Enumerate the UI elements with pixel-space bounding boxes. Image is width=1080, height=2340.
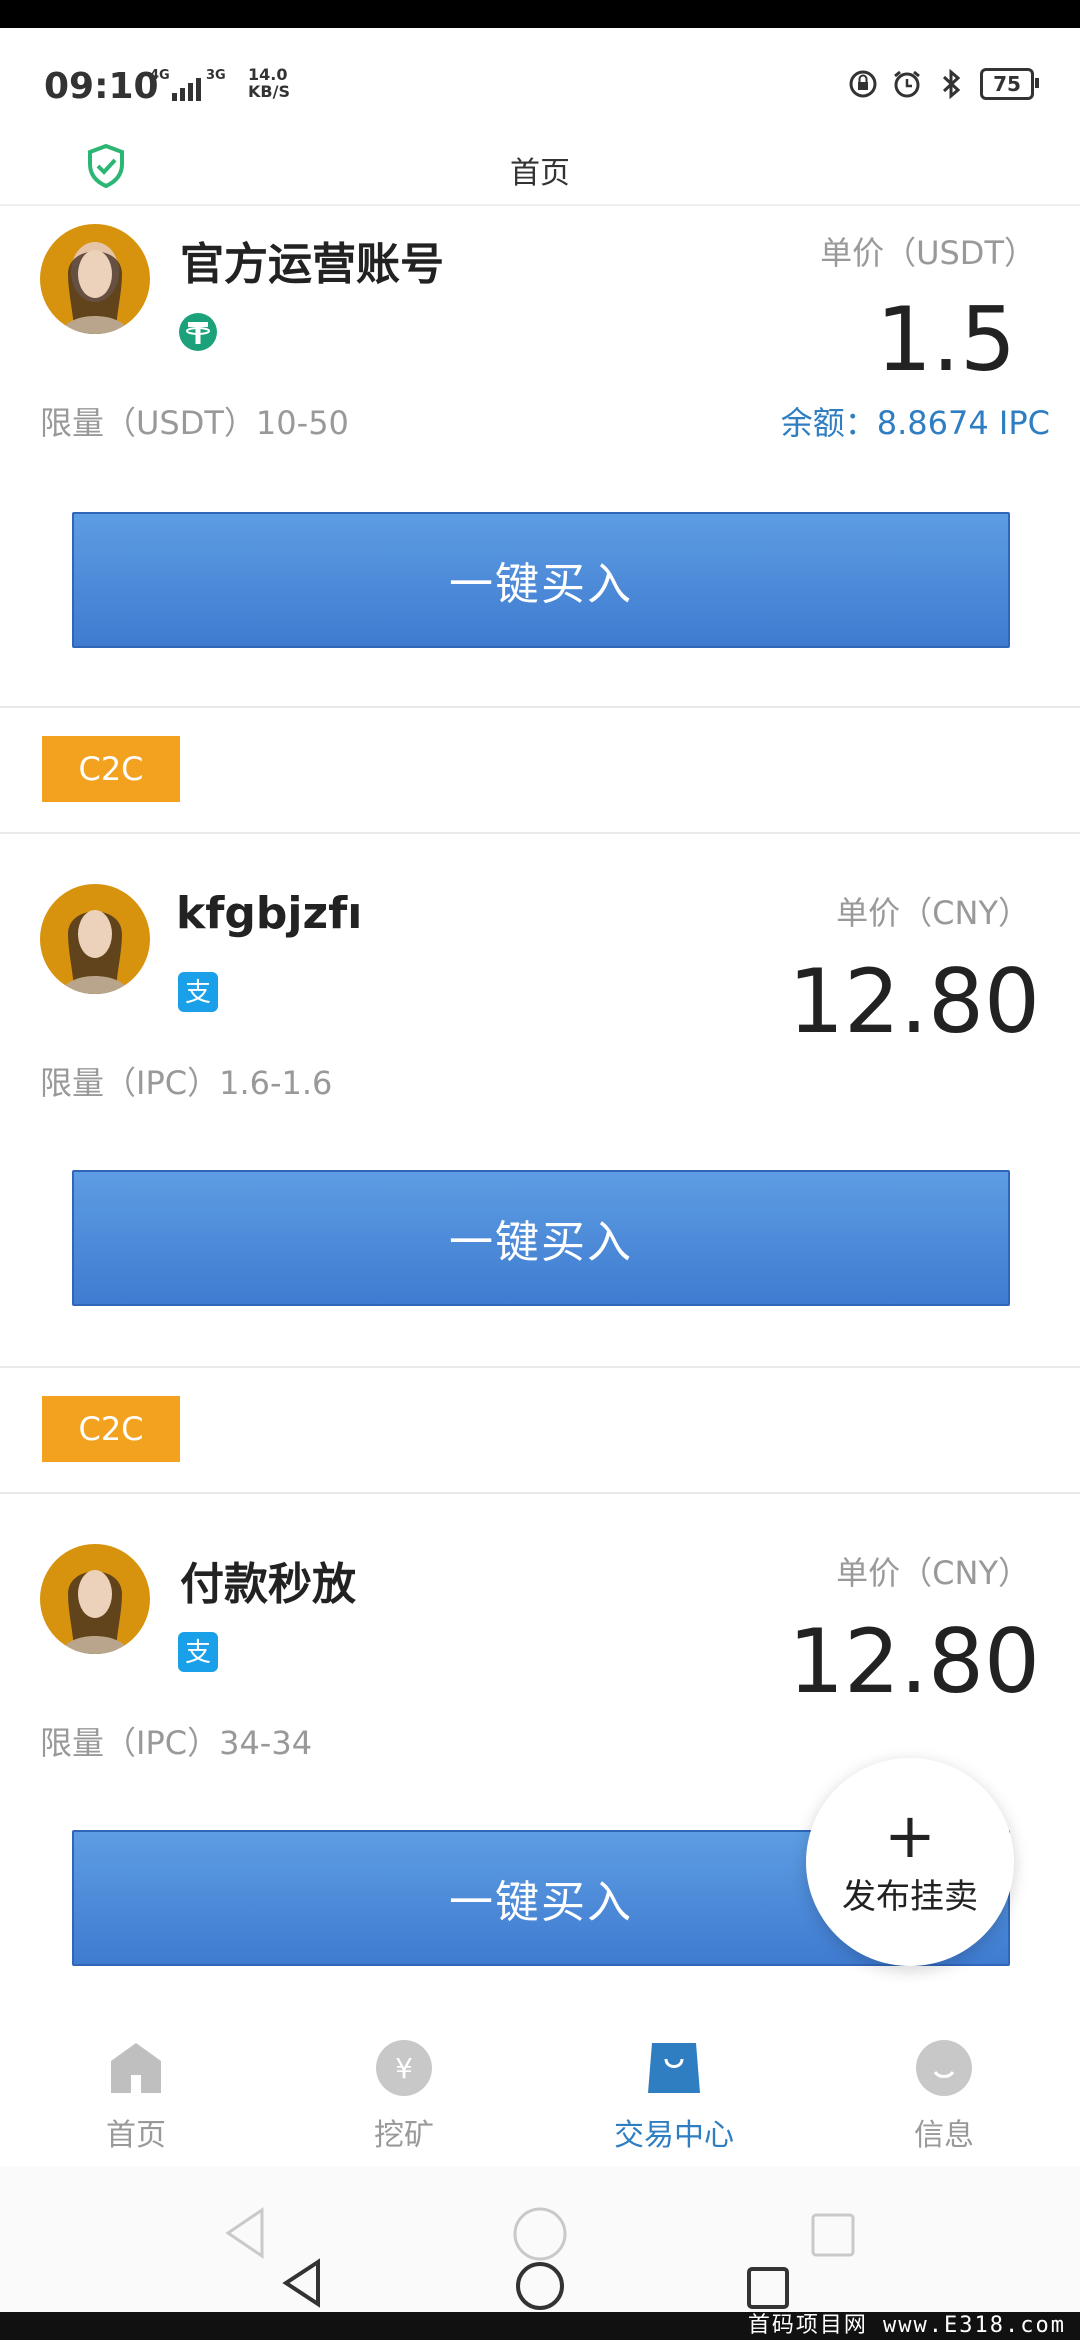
section-divider <box>0 1492 1080 1494</box>
plus-icon: + <box>884 1798 936 1872</box>
alipay-icon: 支 <box>178 972 218 1012</box>
screen-top-edge <box>0 0 1080 28</box>
watermark-bar: 首码项目网 www.E318.com <box>0 2312 1080 2340</box>
price-value: 12.80 <box>788 1610 1040 1713</box>
tab-label: 交易中心 <box>614 2118 734 2153</box>
seller-name: kfgbjzfı <box>176 888 363 939</box>
signal-1-icon <box>172 78 201 101</box>
network-speed: 14.0 KB/S <box>248 65 290 101</box>
watermark-text: 首码项目网 www.E318.com <box>747 2313 1066 2338</box>
tether-icon <box>178 312 218 352</box>
section-divider <box>0 832 1080 834</box>
limit-range: 限量（IPC）34-34 <box>40 1724 313 1762</box>
avatar <box>40 884 150 994</box>
section-divider <box>0 706 1080 708</box>
home-button-icon[interactable] <box>514 2260 566 2316</box>
c2c-tag: C2C <box>42 1396 180 1462</box>
tab-trading-center[interactable]: 交易中心 <box>574 2038 774 2154</box>
back-icon[interactable] <box>280 2258 326 2312</box>
battery-indicator: 75 <box>980 68 1039 100</box>
limit-range: 限量（IPC）1.6-1.6 <box>40 1064 333 1102</box>
price-label: 单价（USDT） <box>820 234 1036 272</box>
system-nav-bar <box>0 2166 1080 2312</box>
shopping-bag-icon <box>644 2038 704 2098</box>
svg-text:¥: ¥ <box>395 2052 413 2085</box>
home-button-icon[interactable] <box>512 2206 568 2266</box>
tab-label: 挖矿 <box>374 2118 434 2153</box>
tab-messages[interactable]: 信息 <box>844 2038 1044 2154</box>
balance-text: 余额：8.8674 IPC <box>780 404 1050 442</box>
recents-icon[interactable] <box>746 2266 790 2314</box>
smile-icon <box>914 2038 974 2098</box>
seller-name: 官方运营账号 <box>180 239 444 290</box>
alipay-icon: 支 <box>178 1632 218 1672</box>
seller-name: 付款秒放 <box>180 1559 356 1610</box>
network-4g-label: 4G <box>150 68 170 83</box>
price-label: 单价（CNY） <box>836 894 1030 932</box>
status-bar: 09:10 4G 3G 14.0 KB/S 75 <box>0 28 1080 146</box>
page-title: 首页 <box>510 156 570 191</box>
avatar <box>40 224 150 334</box>
header-divider <box>0 204 1080 206</box>
svg-text:支: 支 <box>185 1638 211 1668</box>
buy-now-button[interactable]: 一键买入 <box>72 512 1010 648</box>
price-label: 单价（CNY） <box>836 1554 1030 1592</box>
c2c-tag: C2C <box>42 736 180 802</box>
network-3g-label: 3G <box>206 68 226 83</box>
fab-label: 发布挂卖 <box>842 1876 978 1917</box>
home-icon <box>106 2038 166 2098</box>
avatar <box>40 1544 150 1654</box>
buy-now-button[interactable]: 一键买入 <box>72 1170 1010 1306</box>
tab-home[interactable]: 首页 <box>36 2038 236 2154</box>
app-header: 首页 <box>0 143 1080 204</box>
back-icon[interactable] <box>222 2206 272 2264</box>
section-divider <box>0 1366 1080 1368</box>
alarm-icon <box>892 69 922 99</box>
bluetooth-icon <box>936 69 966 99</box>
tab-mining[interactable]: ¥ 挖矿 <box>304 2038 504 2154</box>
publish-sell-fab[interactable]: + 发布挂卖 <box>806 1758 1014 1966</box>
svg-text:支: 支 <box>185 978 211 1008</box>
rotation-lock-icon <box>848 69 878 99</box>
recents-icon[interactable] <box>810 2212 856 2262</box>
price-value: 12.80 <box>788 950 1040 1053</box>
yen-coin-icon: ¥ <box>374 2038 434 2098</box>
price-value: 1.5 <box>876 288 1016 391</box>
tab-label: 首页 <box>106 2118 166 2153</box>
status-time: 09:10 <box>44 66 159 107</box>
bottom-tab-bar: 首页 ¥ 挖矿 交易中心 信息 <box>0 2020 1080 2164</box>
limit-range: 限量（USDT）10-50 <box>40 404 349 442</box>
tab-label: 信息 <box>914 2118 974 2153</box>
